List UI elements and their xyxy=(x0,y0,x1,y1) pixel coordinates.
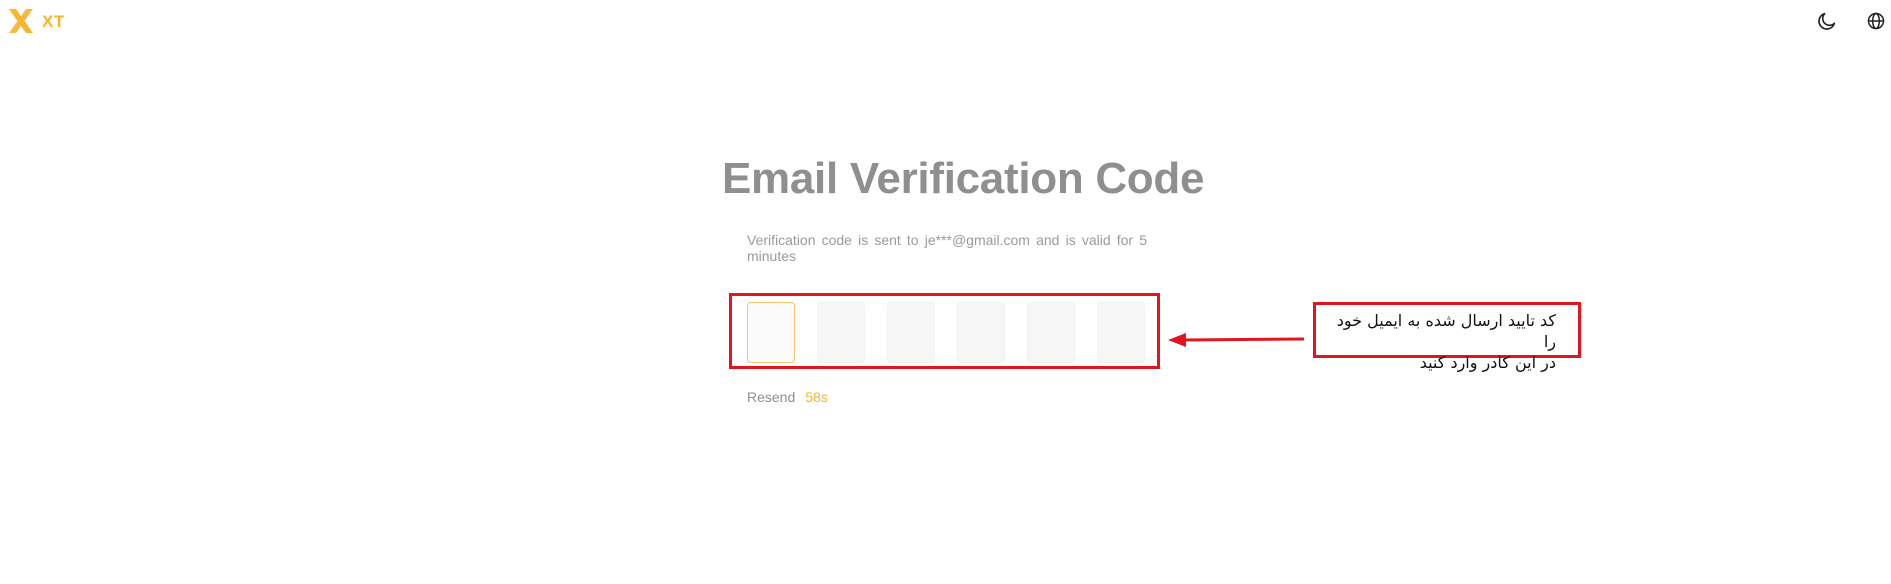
annotation-note-line-2: در این کادر وارد کنید xyxy=(1419,353,1556,372)
language-button[interactable] xyxy=(1864,9,1888,33)
page: XT Email Verification Code Verification … xyxy=(0,0,1891,584)
page-title: Email Verification Code xyxy=(722,154,1205,203)
resend-countdown: 58s xyxy=(805,389,828,405)
logo[interactable]: XT xyxy=(6,6,65,36)
annotation-arrow-icon xyxy=(1168,333,1305,347)
annotation-note: کد تایید ارسال شده به ایمیل خود را در ای… xyxy=(1313,302,1581,372)
globe-icon xyxy=(1867,12,1885,30)
moon-icon xyxy=(1818,12,1836,30)
resend-row: Resend 58s xyxy=(747,389,828,405)
annotation-note-line-1: کد تایید ارسال شده به ایمیل خود را xyxy=(1336,311,1556,351)
xt-logo-icon xyxy=(9,9,33,33)
logo-text: XT xyxy=(42,12,65,31)
theme-toggle-button[interactable] xyxy=(1815,9,1839,33)
code-highlight-frame xyxy=(729,293,1160,369)
verification-description: Verification code is sent to je***@gmail… xyxy=(747,232,1147,264)
resend-link[interactable]: Resend xyxy=(747,389,795,405)
